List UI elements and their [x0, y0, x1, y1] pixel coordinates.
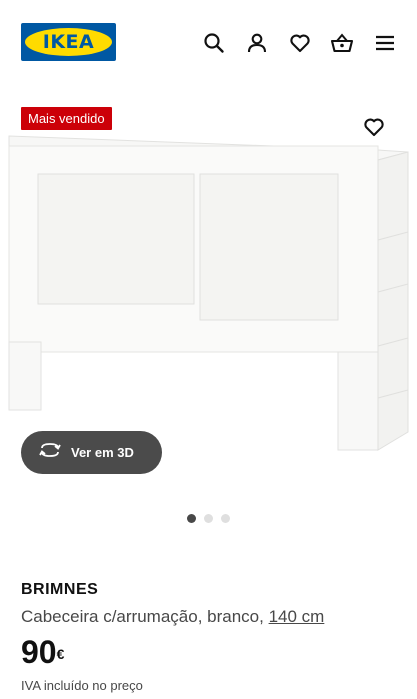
gallery-dot[interactable] — [221, 514, 230, 523]
heart-icon[interactable] — [287, 30, 313, 56]
rotate-3d-icon — [39, 441, 61, 464]
price-value: 90 — [21, 634, 57, 670]
view-3d-button[interactable]: Ver em 3D — [21, 431, 162, 474]
product-price: 90€ — [21, 634, 64, 670]
header: IKEA — [0, 0, 417, 84]
menu-icon[interactable] — [372, 30, 398, 56]
product-image[interactable] — [0, 132, 417, 452]
search-icon[interactable] — [201, 30, 227, 56]
vat-note: IVA incluído no preço — [21, 678, 143, 693]
price-currency: € — [56, 646, 65, 662]
description-text: Cabeceira c/arrumação, branco, — [21, 607, 264, 626]
product-description: Cabeceira c/arrumação, branco, 140 cm — [21, 607, 324, 627]
gallery-pagination — [187, 514, 230, 523]
logo-text: IKEA — [42, 31, 95, 53]
favourite-button[interactable] — [360, 113, 388, 141]
product-name: BRIMNES — [21, 581, 99, 598]
ikea-logo[interactable]: IKEA — [21, 23, 116, 61]
heart-icon — [364, 118, 384, 137]
view-3d-label: Ver em 3D — [71, 445, 134, 460]
user-icon[interactable] — [244, 30, 270, 56]
product-size-link[interactable]: 140 cm — [269, 607, 325, 626]
gallery-dot[interactable] — [204, 514, 213, 523]
gallery-dot[interactable] — [187, 514, 196, 523]
logo-ellipse: IKEA — [25, 28, 112, 56]
basket-icon[interactable] — [329, 30, 355, 56]
bestseller-badge: Mais vendido — [21, 107, 112, 130]
